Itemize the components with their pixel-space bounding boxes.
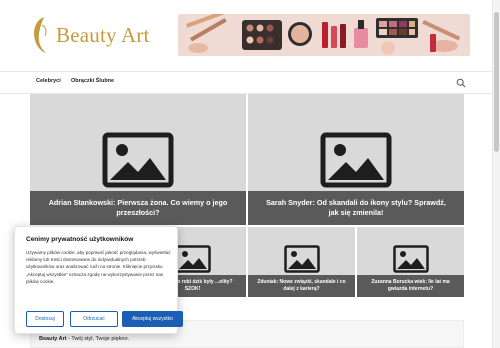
post-title[interactable]: Sarah Snyder: Od skandali do ikony stylu…: [248, 191, 464, 225]
image-placeholder-icon: [174, 245, 211, 273]
post-title[interactable]: Zduniak: Nowe związki, skandale i co dal…: [248, 275, 355, 297]
customize-button[interactable]: Dostosuj: [26, 311, 64, 327]
scrollbar-thumb[interactable]: [494, 12, 499, 152]
search-icon[interactable]: [456, 78, 466, 88]
footer-text: Beauty Art - Twój styl, Twoje piękno.: [39, 336, 129, 342]
logo-face-icon: [34, 17, 47, 53]
page-scrollbar[interactable]: [492, 0, 500, 348]
logo-text: Beauty Art: [56, 22, 150, 47]
image-placeholder-icon: [283, 245, 320, 273]
post-card[interactable]: Zuzanna Borucka wiek: Ile lat ma gwiazda…: [357, 227, 464, 297]
accept-all-button[interactable]: Akceptuj wszystko: [122, 311, 183, 327]
reject-button[interactable]: Odrzucać: [70, 311, 118, 327]
image-placeholder-icon: [392, 245, 429, 273]
site-header: Beauty Art: [0, 0, 500, 70]
image-placeholder-icon: [320, 132, 392, 188]
cookie-consent-dialog: Cenimy prywatność użytkowników Używamy p…: [14, 226, 183, 334]
image-placeholder-icon: [102, 132, 174, 188]
nav-item-celebryci[interactable]: Celebryci: [36, 78, 61, 84]
site-logo[interactable]: Beauty Art: [30, 14, 160, 56]
post-title[interactable]: Adrian Stankowski: Pierwsza żona. Co wie…: [30, 191, 246, 225]
post-card[interactable]: Adrian Stankowski: Pierwsza żona. Co wie…: [30, 94, 246, 225]
makeup-banner-image: [178, 14, 470, 56]
cookie-description: Używamy plików cookie, aby poprawić jako…: [26, 250, 171, 284]
post-card[interactable]: Sarah Snyder: Od skandali do ikony stylu…: [248, 94, 464, 225]
footer-tagline: - Twój styl, Twoje piękno.: [66, 336, 130, 342]
main-navigation: Celebryci Obrączki Ślubne: [0, 71, 500, 94]
cookie-title: Cenimy prywatność użytkowników: [26, 236, 134, 243]
nav-item-obraczki-slubne[interactable]: Obrączki Ślubne: [71, 78, 114, 84]
post-card[interactable]: Zduniak: Nowe związki, skandale i co dal…: [248, 227, 355, 297]
post-title[interactable]: Zuzanna Borucka wiek: Ile lat ma gwiazda…: [357, 275, 464, 297]
footer-brand[interactable]: Beauty Art: [39, 336, 67, 342]
